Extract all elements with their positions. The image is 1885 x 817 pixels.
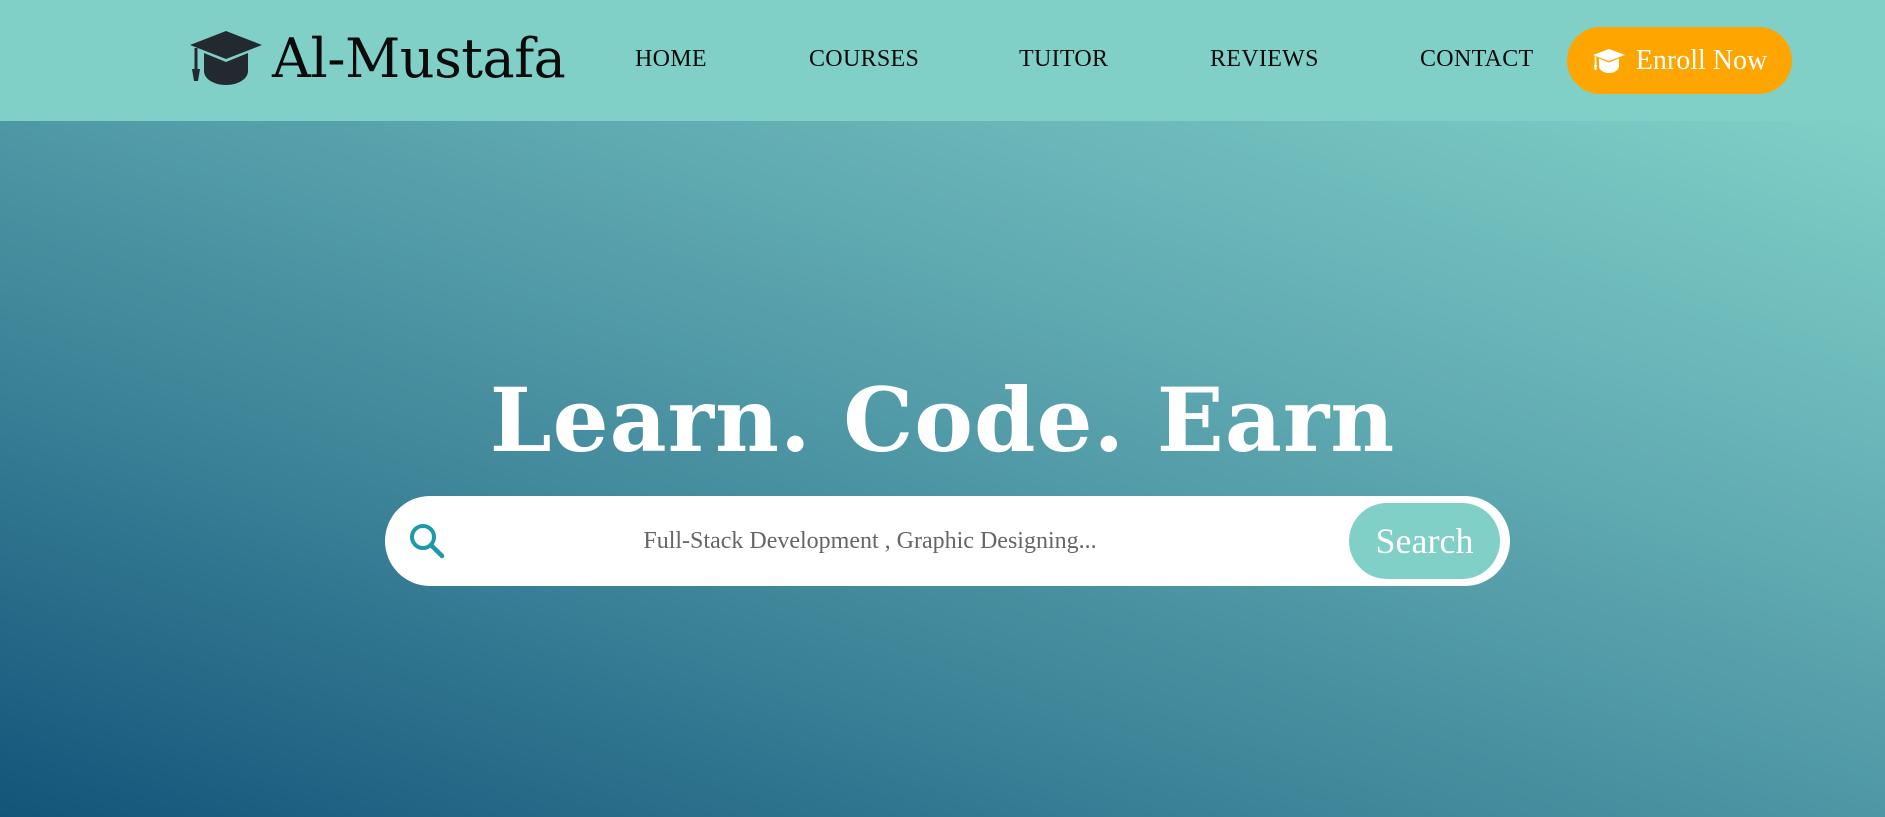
page: Al-Mustafa HOME COURSES TUITOR REVIEWS C… xyxy=(0,0,1885,817)
nav-contact-link[interactable]: CONTACT xyxy=(1420,46,1534,73)
nav-home-link[interactable]: HOME xyxy=(635,46,707,73)
search-input[interactable] xyxy=(465,496,1275,586)
search-bar: Search xyxy=(385,496,1510,586)
nav-tuitor-link[interactable]: TUITOR xyxy=(1019,46,1108,73)
search-icon[interactable] xyxy=(407,521,447,561)
enroll-now-label: Enroll Now xyxy=(1635,44,1768,76)
hero-section: Learn. Code. Earn Search xyxy=(0,121,1885,817)
nav-reviews-link[interactable]: REVIEWS xyxy=(1210,46,1319,73)
graduation-cap-icon xyxy=(1592,48,1625,73)
site-header: Al-Mustafa HOME COURSES TUITOR REVIEWS C… xyxy=(0,0,1885,121)
search-button[interactable]: Search xyxy=(1349,503,1500,579)
nav-courses-link[interactable]: COURSES xyxy=(809,46,919,73)
hero-title: Learn. Code. Earn xyxy=(489,368,1396,472)
enroll-now-button[interactable]: Enroll Now xyxy=(1567,27,1792,94)
